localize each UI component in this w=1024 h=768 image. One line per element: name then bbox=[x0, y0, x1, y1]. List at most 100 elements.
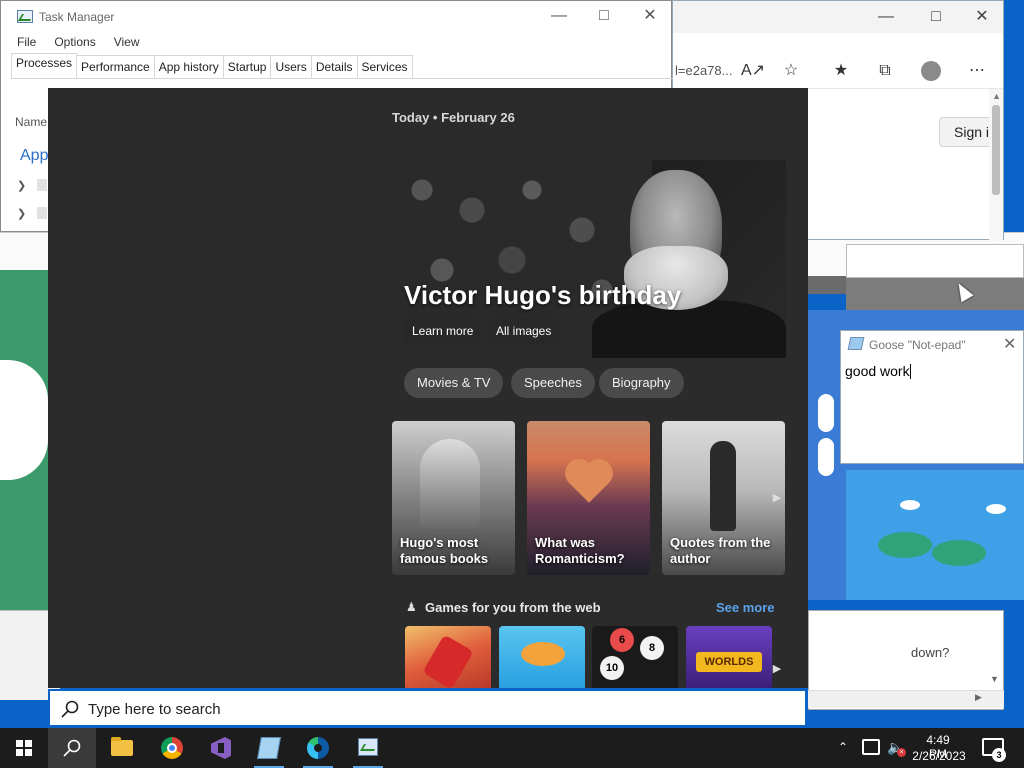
lily-pad-icon bbox=[878, 532, 932, 558]
today-date-heading: Today • February 26 bbox=[392, 110, 515, 125]
search-icon bbox=[61, 700, 79, 718]
pool-ball-icon: 10 bbox=[600, 656, 624, 680]
taskbar-task-manager[interactable] bbox=[344, 728, 392, 768]
task-manager-menu-bar: File Options View bbox=[17, 35, 140, 49]
process-icon bbox=[37, 207, 47, 219]
minimize-icon[interactable]: — bbox=[871, 7, 901, 27]
goose-window-top bbox=[846, 244, 1024, 278]
chip-movies-tv[interactable]: Movies & TV bbox=[404, 368, 504, 398]
game-tile-worlds[interactable]: WORLDS bbox=[686, 626, 772, 688]
menu-file[interactable]: File bbox=[17, 35, 36, 49]
expand-chevron-icon[interactable]: ❯ bbox=[17, 207, 26, 220]
goose-icon bbox=[818, 438, 834, 476]
lower-window-text: down? bbox=[911, 645, 950, 660]
taskbar-file-explorer[interactable] bbox=[98, 728, 146, 768]
windows-logo-icon bbox=[16, 740, 32, 756]
learn-more-button[interactable]: Learn more bbox=[404, 318, 482, 344]
edge-icon bbox=[307, 737, 329, 759]
tab-startup[interactable]: Startup bbox=[223, 55, 272, 79]
heart-icon bbox=[569, 463, 609, 503]
task-manager-icon bbox=[358, 738, 378, 756]
profile-avatar-icon[interactable] bbox=[919, 59, 943, 83]
statue-illustration bbox=[420, 439, 480, 529]
hero-title: Victor Hugo's birthday bbox=[404, 280, 682, 310]
process-icon bbox=[37, 179, 47, 191]
hero-card[interactable]: Victor Hugo's birthday Learn more All im… bbox=[392, 160, 786, 358]
game-tile-car[interactable] bbox=[405, 626, 491, 688]
tab-users[interactable]: Users bbox=[271, 55, 312, 79]
card-label: Hugo's most famous books bbox=[400, 535, 489, 566]
menu-view[interactable]: View bbox=[114, 35, 140, 49]
game-tile-pool[interactable]: 6 8 10 bbox=[592, 626, 678, 688]
show-hidden-icons-chevron-icon[interactable]: ⌃ bbox=[838, 740, 852, 754]
pool-ball-icon: 6 bbox=[610, 628, 634, 652]
taskbar-search-button[interactable] bbox=[48, 728, 96, 768]
edge-titlebar: — □ ✕ bbox=[673, 1, 1003, 33]
lily-pad-icon bbox=[932, 540, 986, 566]
tab-app-history[interactable]: App history bbox=[154, 55, 224, 79]
close-icon[interactable]: ✕ bbox=[635, 6, 665, 26]
goose-notepad-title: Goose "Not-epad" bbox=[869, 338, 966, 352]
taskbar-visual-studio[interactable] bbox=[197, 728, 245, 768]
chip-biography[interactable]: Biography bbox=[599, 368, 684, 398]
search-input[interactable]: Type here to search bbox=[88, 701, 221, 718]
close-icon[interactable]: ✕ bbox=[1003, 334, 1016, 354]
tab-divider bbox=[11, 78, 673, 79]
notepad-icon bbox=[257, 737, 281, 759]
goose-body bbox=[0, 360, 48, 480]
task-manager-icon bbox=[17, 10, 33, 23]
card-label: Quotes from the author bbox=[670, 535, 771, 566]
close-icon[interactable]: ✕ bbox=[967, 7, 997, 27]
tab-services[interactable]: Services bbox=[357, 55, 413, 79]
network-icon[interactable] bbox=[862, 739, 880, 755]
taskbar: ⌃ 🔈 × 4:49 PM 2/26/2023 3 bbox=[0, 728, 1024, 768]
games-next-arrow-icon[interactable]: ▶ bbox=[770, 654, 784, 684]
goose-window-band bbox=[846, 278, 1024, 310]
search-highlights-panel: Today • February 26 Victor Hugo's birthd… bbox=[48, 88, 808, 688]
car-icon bbox=[422, 634, 474, 688]
see-more-link[interactable]: See more bbox=[716, 600, 775, 615]
goose-notepad-text-area[interactable]: good work bbox=[845, 363, 911, 379]
maximize-icon[interactable]: □ bbox=[589, 6, 619, 26]
collections-icon[interactable]: ⧉ bbox=[873, 59, 897, 83]
expand-chevron-icon[interactable]: ❯ bbox=[17, 179, 26, 192]
task-manager-title: Task Manager bbox=[39, 10, 115, 24]
goose-notepad-text: good work bbox=[845, 363, 910, 379]
lotus-flower-icon bbox=[986, 504, 1006, 514]
text-caret bbox=[909, 364, 911, 379]
edge-toolbar: l=e2a78... A↗ ☆ ★ ⧉ ⋯ bbox=[673, 53, 1003, 89]
add-favorite-icon[interactable]: ☆ bbox=[779, 59, 803, 83]
favorites-icon[interactable]: ★ bbox=[829, 59, 853, 83]
fish-icon bbox=[521, 642, 565, 666]
address-bar-text[interactable]: l=e2a78... bbox=[675, 63, 732, 78]
edge-scrollbar-thumb[interactable] bbox=[992, 105, 1000, 195]
taskbar-chrome[interactable] bbox=[148, 728, 196, 768]
read-aloud-icon[interactable]: A↗ bbox=[741, 59, 765, 83]
start-button[interactable] bbox=[0, 728, 48, 768]
taskbar-notepad[interactable] bbox=[245, 728, 293, 768]
card-label: What was Romanticism? bbox=[535, 535, 625, 566]
menu-options[interactable]: Options bbox=[54, 35, 95, 49]
clock-date[interactable]: 2/26/2023 bbox=[910, 749, 968, 763]
worlds-logo: WORLDS bbox=[696, 652, 762, 672]
scroll-up-arrow-icon[interactable]: ▲ bbox=[992, 91, 1001, 101]
maximize-icon[interactable]: □ bbox=[921, 7, 951, 27]
card-romanticism[interactable]: What was Romanticism? bbox=[527, 421, 650, 575]
tab-processes[interactable]: Processes bbox=[11, 53, 78, 79]
taskbar-edge[interactable] bbox=[294, 728, 342, 768]
card-quotes[interactable]: Quotes from the author bbox=[662, 421, 785, 575]
scroll-down-arrow-icon[interactable]: ▼ bbox=[990, 674, 999, 684]
minimize-icon[interactable]: — bbox=[544, 6, 574, 26]
visual-studio-icon bbox=[211, 737, 231, 759]
tab-performance[interactable]: Performance bbox=[77, 55, 155, 79]
card-famous-books[interactable]: Hugo's most famous books bbox=[392, 421, 515, 575]
scroll-right-arrow-icon[interactable]: ▶ bbox=[975, 692, 982, 703]
search-box[interactable]: Type here to search bbox=[48, 689, 807, 727]
chip-speeches[interactable]: Speeches bbox=[511, 368, 595, 398]
cards-next-arrow-icon[interactable]: ▶ bbox=[770, 481, 784, 515]
tab-details[interactable]: Details bbox=[311, 55, 358, 79]
game-tile-fish[interactable] bbox=[499, 626, 585, 688]
more-menu-icon[interactable]: ⋯ bbox=[965, 59, 989, 83]
all-images-button[interactable]: All images bbox=[488, 318, 560, 344]
name-column-header[interactable]: Name bbox=[15, 115, 47, 129]
